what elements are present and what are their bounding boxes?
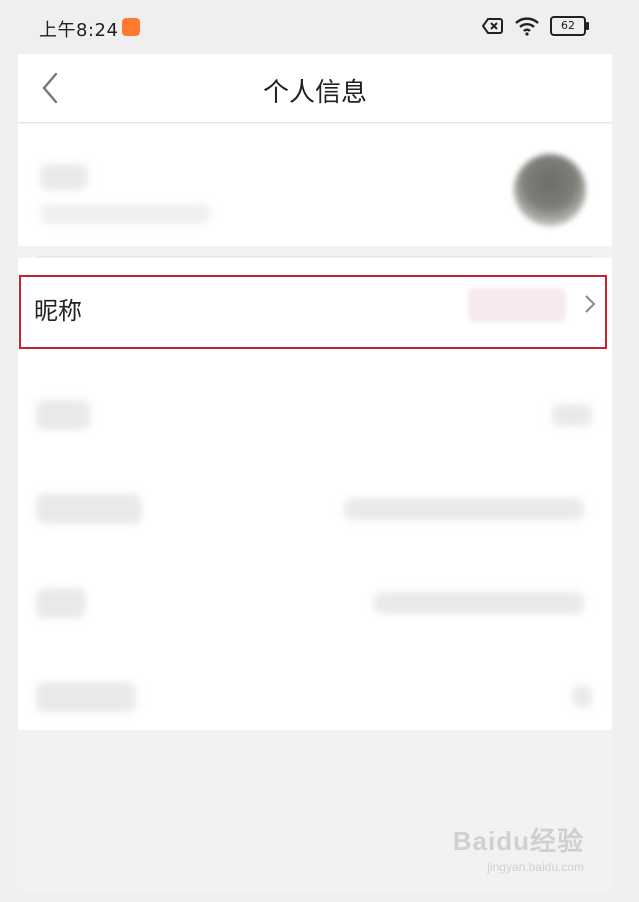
watermark: Baidu经验 jingyan.baidu.com bbox=[453, 821, 584, 874]
list-item-label-blurred bbox=[36, 400, 90, 430]
watermark-url: jingyan.baidu.com bbox=[487, 860, 584, 874]
list-item[interactable] bbox=[18, 558, 612, 652]
battery-icon: 62 bbox=[550, 16, 589, 36]
nickname-row[interactable]: 昵称 bbox=[18, 258, 612, 370]
list-item[interactable] bbox=[18, 464, 612, 558]
app-badge-icon bbox=[122, 18, 140, 36]
avatar bbox=[514, 154, 586, 226]
list-item-label-blurred bbox=[36, 588, 86, 618]
avatar-label-blurred bbox=[40, 164, 88, 190]
avatar-row[interactable] bbox=[18, 124, 612, 246]
list-item-label-blurred bbox=[36, 494, 142, 524]
profile-list bbox=[18, 370, 612, 730]
list-item-value-blurred bbox=[572, 686, 592, 708]
divider bbox=[36, 256, 594, 257]
no-sim-icon bbox=[482, 17, 504, 35]
wifi-icon bbox=[514, 16, 540, 36]
list-item-value-blurred bbox=[552, 404, 592, 426]
status-icons: 62 bbox=[482, 16, 589, 36]
status-bar: 上午8:24 62 bbox=[18, 0, 612, 54]
avatar-hint-blurred bbox=[40, 204, 210, 224]
list-item-label-blurred bbox=[36, 682, 136, 712]
page-title: 个人信息 bbox=[262, 78, 367, 108]
phone-screen: 上午8:24 62 个人信息 昵称 Baidu经验 jingyan.baidu.… bbox=[18, 0, 612, 892]
list-item-value-blurred bbox=[344, 498, 584, 520]
chevron-right-icon bbox=[585, 295, 596, 313]
status-time: 上午8:24 bbox=[39, 20, 119, 41]
list-item-value-blurred bbox=[374, 592, 584, 614]
nickname-label: 昵称 bbox=[34, 297, 82, 325]
nav-bar: 个人信息 bbox=[18, 54, 612, 123]
list-item[interactable] bbox=[18, 370, 612, 464]
nickname-value-blurred bbox=[468, 288, 566, 322]
bottom-area: Baidu经验 jingyan.baidu.com bbox=[18, 730, 612, 892]
watermark-text: Baidu经验 bbox=[452, 826, 584, 856]
